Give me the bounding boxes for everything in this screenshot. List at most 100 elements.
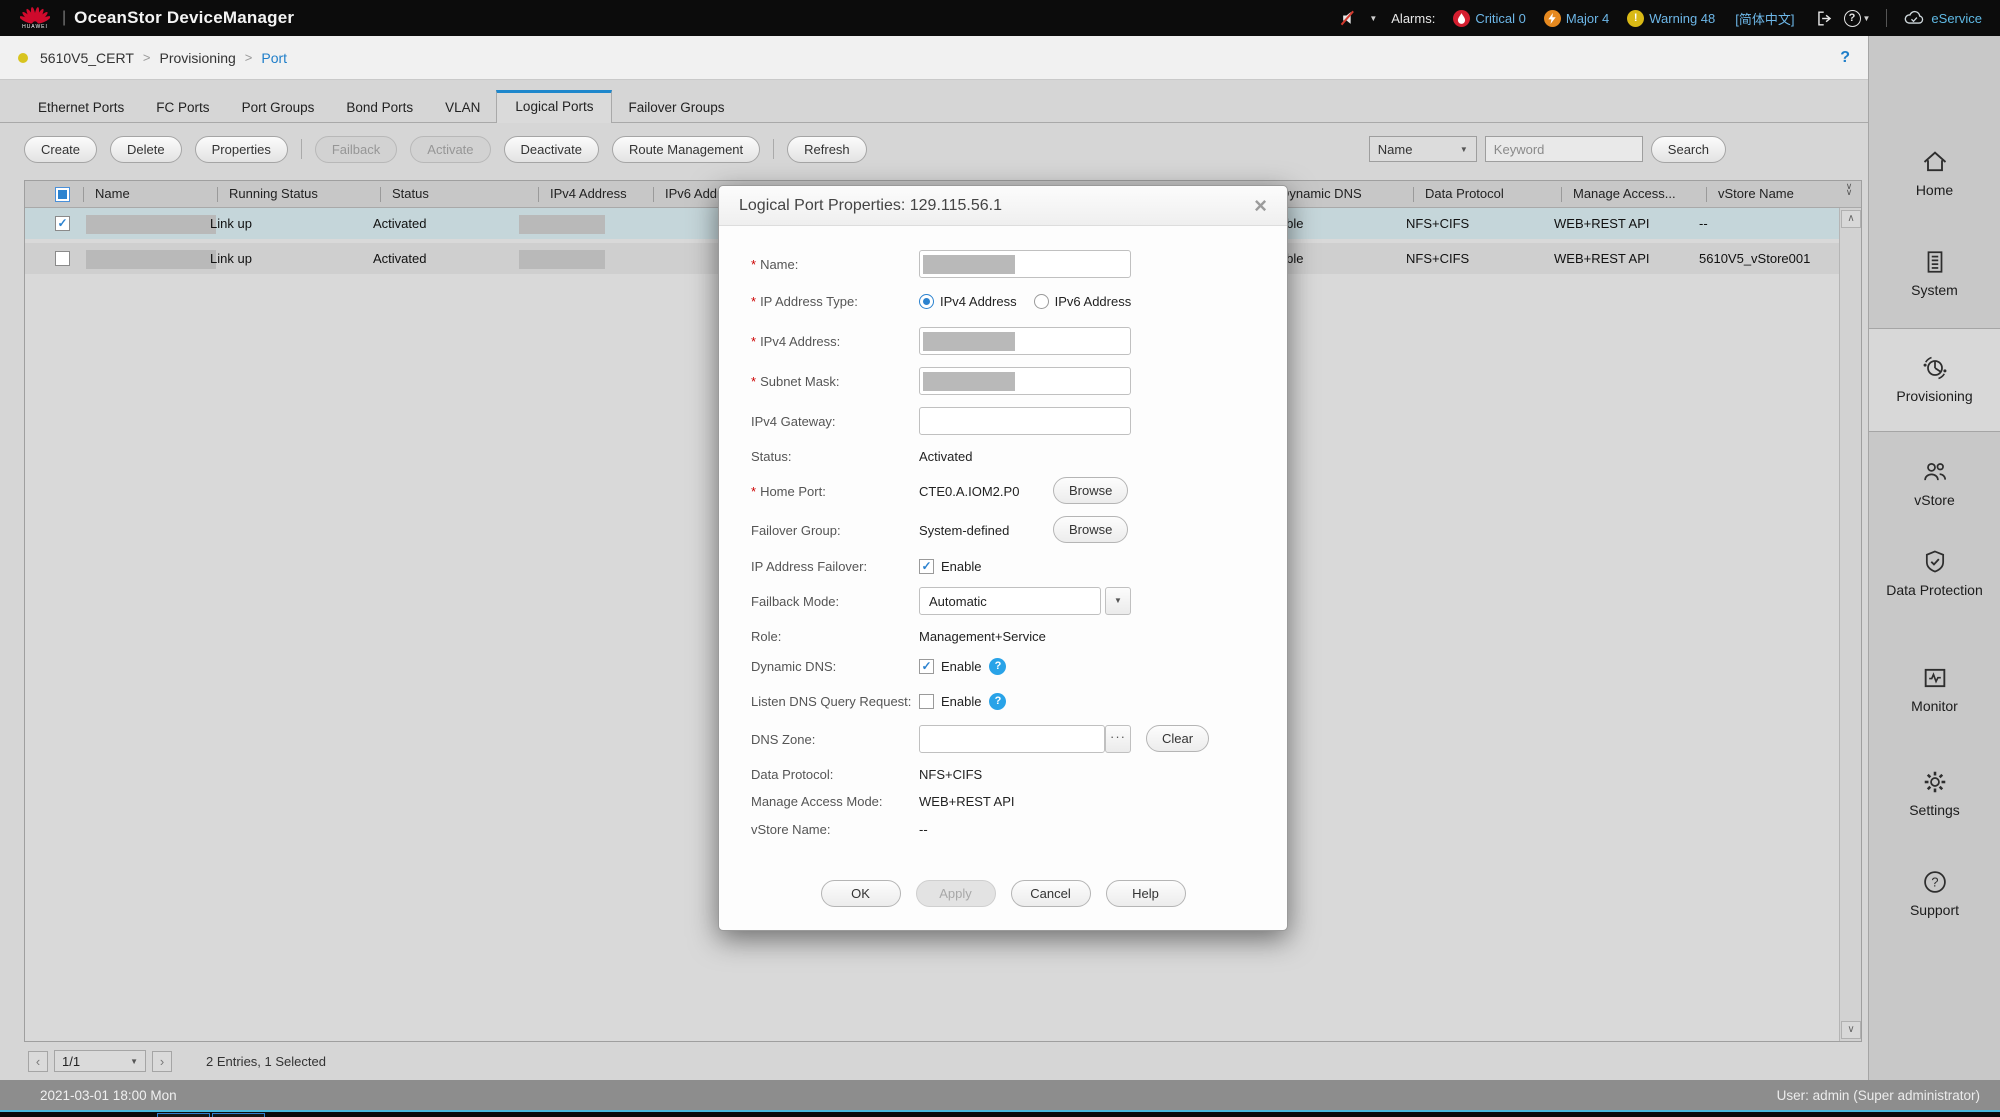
col-manage-access[interactable]: Manage Access...: [1573, 186, 1676, 201]
select-all-checkbox[interactable]: [55, 187, 70, 202]
home-icon: [1920, 148, 1950, 176]
keyword-input[interactable]: [1485, 136, 1643, 162]
page-help-icon[interactable]: ?: [1840, 49, 1850, 67]
sidebar-item-support[interactable]: ? Support: [1869, 868, 2000, 918]
sidebar-item-data-protection[interactable]: Data Protection: [1869, 548, 2000, 598]
col-dynamic-dns[interactable]: Dynamic DNS: [1280, 186, 1362, 201]
field-vstore-name: vStore Name: --: [719, 815, 1287, 843]
ok-button[interactable]: OK: [821, 880, 901, 907]
scroll-up-icon[interactable]: ∧: [1841, 210, 1861, 228]
dns-zone-more-icon[interactable]: ···: [1105, 725, 1131, 753]
tab-bond-ports[interactable]: Bond Ports: [330, 92, 429, 123]
eservice-link[interactable]: eService: [1903, 10, 1982, 26]
route-management-button[interactable]: Route Management: [612, 136, 760, 163]
breadcrumb-port[interactable]: Port: [261, 50, 287, 66]
tab-ethernet-ports[interactable]: Ethernet Ports: [22, 92, 140, 123]
page-select[interactable]: 1/1 ▼: [54, 1050, 146, 1072]
col-name[interactable]: Name: [95, 186, 130, 201]
alarm-major[interactable]: Major 4: [1544, 10, 1609, 27]
ipv4-input[interactable]: [919, 327, 1131, 355]
logo-divider: |: [62, 9, 66, 27]
help-button[interactable]: Help: [1106, 880, 1186, 907]
listen-dns-checkbox-unchecked[interactable]: [919, 694, 934, 709]
col-ipv4-address[interactable]: IPv4 Address: [550, 186, 627, 201]
failover-group-browse-button[interactable]: Browse: [1053, 516, 1128, 543]
dynamic-dns-help-icon[interactable]: ?: [989, 658, 1006, 675]
failback-mode-dropdown-icon[interactable]: ▼: [1105, 587, 1131, 615]
tab-logical-ports[interactable]: Logical Ports: [496, 90, 612, 123]
search-button[interactable]: Search: [1651, 136, 1726, 163]
page-value: 1/1: [62, 1054, 80, 1069]
sidebar-item-settings[interactable]: Settings: [1869, 768, 2000, 818]
column-config-icon[interactable]: ∨∨: [1840, 183, 1858, 195]
filter-field-select[interactable]: Name ▼: [1369, 136, 1477, 162]
breadcrumb-device[interactable]: 5610V5_CERT: [40, 50, 134, 66]
device-status-dot: [18, 53, 28, 63]
field-name: *Name:: [719, 250, 1287, 278]
sidebar-item-home[interactable]: Home: [1869, 148, 2000, 198]
settings-gear-icon: [1921, 768, 1949, 796]
home-port-browse-button[interactable]: Browse: [1053, 477, 1128, 504]
sidebar-item-monitor[interactable]: Monitor: [1869, 664, 2000, 714]
enable-label: Enable: [941, 559, 981, 574]
cell-status: Activated: [373, 251, 426, 266]
close-icon[interactable]: ×: [1254, 196, 1267, 216]
sidebar-item-system[interactable]: System: [1869, 248, 2000, 298]
sidebar-label: Support: [1869, 902, 2000, 918]
deactivate-button[interactable]: Deactivate: [504, 136, 599, 163]
table-scrollbar[interactable]: ∧ ∨: [1839, 208, 1861, 1041]
col-vstore-name[interactable]: vStore Name: [1718, 186, 1794, 201]
tab-failover-groups[interactable]: Failover Groups: [612, 92, 740, 123]
warning-count: Warning 48: [1649, 11, 1715, 26]
speaker-muted-icon[interactable]: [1339, 8, 1359, 28]
next-page-button[interactable]: ›: [152, 1051, 172, 1072]
ip-failover-label: IP Address Failover:: [751, 559, 867, 574]
alarm-critical[interactable]: Critical 0: [1453, 10, 1526, 27]
delete-button[interactable]: Delete: [110, 136, 182, 163]
tab-port-groups[interactable]: Port Groups: [226, 92, 331, 123]
create-button[interactable]: Create: [24, 136, 97, 163]
subnet-input[interactable]: [919, 367, 1131, 395]
ipv6-radio[interactable]: [1034, 294, 1049, 309]
dns-zone-clear-button[interactable]: Clear: [1146, 725, 1209, 752]
properties-button[interactable]: Properties: [195, 136, 288, 163]
dialog-titlebar[interactable]: Logical Port Properties: 129.115.56.1 ×: [719, 186, 1287, 226]
tab-vlan[interactable]: VLAN: [429, 92, 496, 123]
redacted-value: [923, 332, 1015, 351]
failback-mode-select[interactable]: Automatic: [919, 587, 1101, 615]
cancel-button[interactable]: Cancel: [1011, 880, 1091, 907]
col-data-protocol[interactable]: Data Protocol: [1425, 186, 1504, 201]
role-value: Management+Service: [919, 629, 1046, 644]
tab-fc-ports[interactable]: FC Ports: [140, 92, 225, 123]
cell-manage-access: WEB+REST API: [1554, 216, 1650, 231]
gateway-input[interactable]: [919, 407, 1131, 435]
ip-failover-checkbox-checked[interactable]: ✓: [919, 559, 934, 574]
toolbar: Create Delete Properties Failback Activa…: [0, 133, 1868, 165]
sidebar-item-provisioning[interactable]: Provisioning: [1869, 354, 2000, 404]
vstore-icon: [1920, 458, 1950, 486]
help-menu[interactable]: ? ▼: [1844, 10, 1871, 27]
dns-zone-input[interactable]: [919, 725, 1105, 753]
alarm-warning[interactable]: ! Warning 48: [1627, 10, 1715, 27]
sound-dropdown-caret[interactable]: ▼: [1369, 14, 1377, 23]
col-running-status[interactable]: Running Status: [229, 186, 318, 201]
listen-dns-help-icon[interactable]: ?: [989, 693, 1006, 710]
language-switch[interactable]: [简体中文]: [1735, 9, 1794, 28]
breadcrumb-provisioning[interactable]: Provisioning: [160, 50, 236, 66]
scroll-down-icon[interactable]: ∨: [1841, 1021, 1861, 1039]
row-checkbox-checked[interactable]: ✓: [55, 216, 70, 231]
col-status[interactable]: Status: [392, 186, 429, 201]
name-input[interactable]: [919, 250, 1131, 278]
dynamic-dns-checkbox-checked[interactable]: ✓: [919, 659, 934, 674]
row-checkbox-unchecked[interactable]: [55, 251, 70, 266]
alarms-label: Alarms:: [1391, 11, 1435, 26]
refresh-button[interactable]: Refresh: [787, 136, 867, 163]
sidebar-item-vstore[interactable]: vStore: [1869, 458, 2000, 508]
field-data-protocol: Data Protocol: NFS+CIFS: [719, 760, 1287, 788]
prev-page-button[interactable]: ‹: [28, 1051, 48, 1072]
cell-status: Activated: [373, 216, 426, 231]
ipv4-radio[interactable]: [919, 294, 934, 309]
enable-label: Enable: [941, 659, 981, 674]
logout-icon[interactable]: [1815, 9, 1834, 28]
breadcrumb-separator: >: [143, 50, 151, 65]
